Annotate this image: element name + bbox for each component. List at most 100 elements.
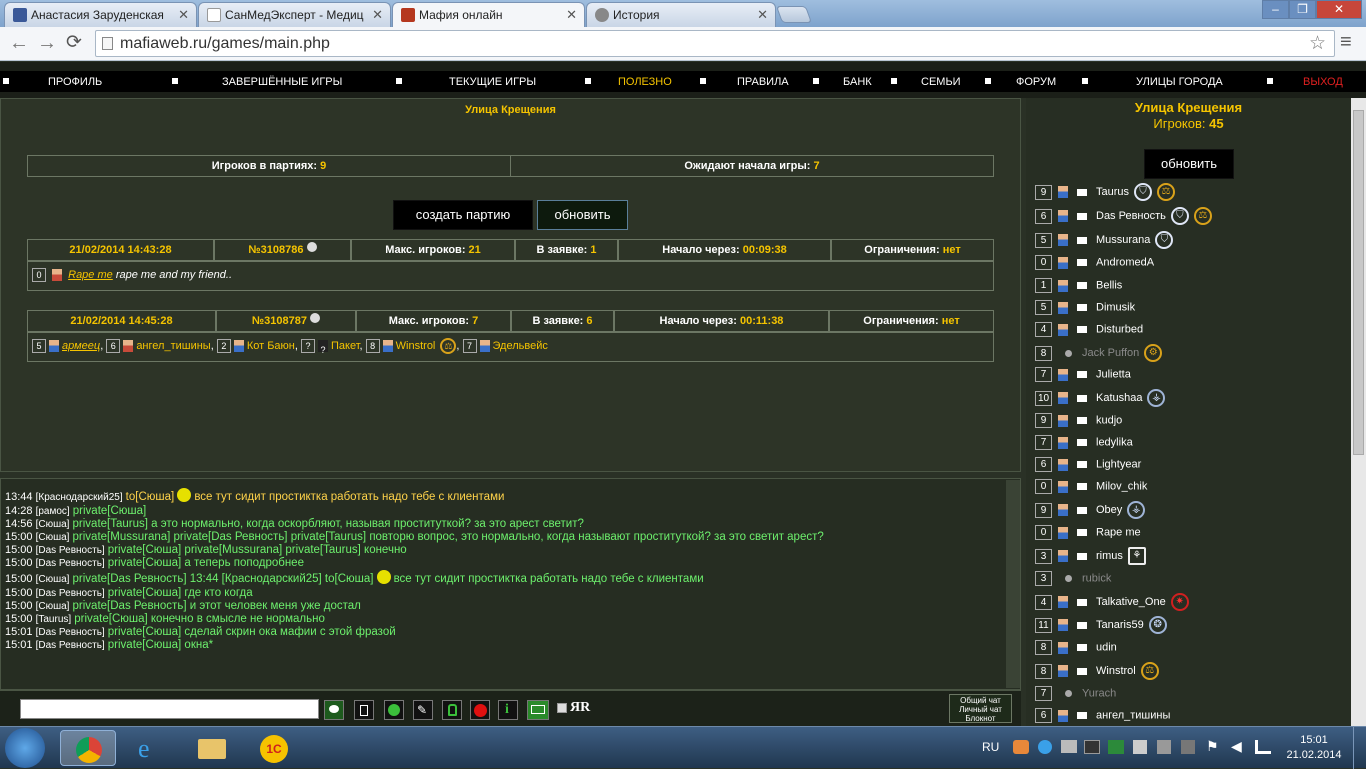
- lock-button[interactable]: [442, 700, 462, 720]
- smiley-button[interactable]: [384, 700, 404, 720]
- player-name[interactable]: Tanaris59: [1096, 619, 1144, 631]
- chat-sender[interactable]: [Das Ревность]: [36, 588, 105, 599]
- chat-sender[interactable]: [Сюша]: [36, 601, 70, 612]
- player-name[interactable]: rimus: [1096, 550, 1123, 562]
- message-envelope-icon[interactable]: [1077, 212, 1087, 220]
- message-envelope-icon[interactable]: [1077, 552, 1087, 560]
- message-envelope-icon[interactable]: [1077, 371, 1087, 378]
- clock[interactable]: 15:01 21.02.2014: [1283, 733, 1345, 763]
- close-window-button[interactable]: ✕: [1316, 0, 1362, 19]
- chat-mode-switcher[interactable]: Общий чат Личный чат Блокнот: [949, 694, 1012, 723]
- close-tab-icon[interactable]: ✕: [372, 7, 383, 23]
- chat-sender[interactable]: [Сюша]: [36, 532, 70, 543]
- language-indicator[interactable]: RU: [982, 740, 999, 754]
- message-envelope-icon[interactable]: [1077, 439, 1087, 446]
- tray-app-icon[interactable]: [1013, 740, 1029, 754]
- scrollbar-thumb[interactable]: [1353, 110, 1364, 455]
- player-name[interactable]: Disturbed: [1096, 323, 1143, 335]
- player-name-link[interactable]: Пакет: [331, 340, 360, 352]
- player-name[interactable]: kudjo: [1096, 414, 1122, 426]
- player-name[interactable]: Talkative_One: [1096, 596, 1166, 608]
- message-envelope-icon[interactable]: [1077, 712, 1087, 719]
- player-name[interactable]: Katushaa: [1096, 392, 1142, 404]
- tray-device-icon[interactable]: [1181, 740, 1195, 754]
- player-name[interactable]: Dimusik: [1096, 301, 1135, 313]
- message-envelope-icon[interactable]: [1077, 506, 1087, 514]
- browser-tab[interactable]: История ✕: [586, 2, 776, 27]
- chat-sender[interactable]: [Das Ревность]: [36, 558, 105, 569]
- tray-teamviewer-icon[interactable]: [1038, 740, 1052, 754]
- tray-monitor-icon[interactable]: [1061, 740, 1077, 753]
- menu-item-families[interactable]: СЕМЬИ: [921, 76, 961, 88]
- send-message-button[interactable]: [324, 700, 344, 720]
- chat-sender[interactable]: [Taurus]: [36, 614, 72, 625]
- close-tab-icon[interactable]: ✕: [178, 7, 189, 23]
- create-game-button[interactable]: создать партию: [393, 200, 533, 230]
- reload-icon[interactable]: ⟳: [66, 30, 82, 56]
- menu-item-rules[interactable]: ПРАВИЛА: [737, 76, 789, 88]
- player-row[interactable]: 0 Milov_chik: [1035, 479, 1147, 499]
- player-name-link[interactable]: армеец: [62, 340, 100, 352]
- 1c-taskbar-icon[interactable]: 1С: [246, 730, 302, 766]
- message-envelope-icon[interactable]: [1077, 394, 1087, 402]
- ie-taskbar-icon[interactable]: e: [122, 730, 178, 766]
- message-envelope-icon[interactable]: [1077, 236, 1087, 244]
- new-tab-button[interactable]: [775, 6, 813, 23]
- chat-sender[interactable]: [Сюша]: [36, 519, 70, 530]
- player-name[interactable]: Das Ревность: [1096, 210, 1166, 222]
- message-envelope-icon[interactable]: [1077, 529, 1087, 536]
- general-chat-link[interactable]: Общий чат: [950, 696, 1011, 705]
- address-bar[interactable]: mafiaweb.ru/games/main.php ☆: [95, 30, 1335, 57]
- player-name[interactable]: Jack Puffon: [1082, 347, 1139, 359]
- player-row[interactable]: 1 Bellis: [1035, 278, 1122, 298]
- player-name[interactable]: Winstrol: [1096, 665, 1136, 677]
- player-name[interactable]: udin: [1096, 641, 1117, 653]
- chat-sender[interactable]: [Das Ревность]: [36, 627, 105, 638]
- chat-sender[interactable]: [рамос]: [36, 506, 70, 517]
- message-envelope-icon[interactable]: [1077, 304, 1087, 311]
- menu-item-forum[interactable]: ФОРУМ: [1016, 76, 1056, 88]
- forward-arrow-icon[interactable]: →: [37, 30, 57, 56]
- browser-tab[interactable]: СанМедЭксперт - Медиц ✕: [198, 2, 391, 27]
- player-name[interactable]: AndromedA: [1096, 256, 1154, 268]
- message-envelope-icon[interactable]: [1077, 259, 1087, 266]
- notepad-link[interactable]: Блокнот: [950, 714, 1011, 723]
- network-signal-icon[interactable]: [1255, 740, 1271, 754]
- tray-usb-icon[interactable]: [1133, 740, 1147, 754]
- player-row[interactable]: 6 ангел_тишины: [1035, 708, 1170, 728]
- menu-icon[interactable]: ≡: [1340, 29, 1352, 55]
- menu-item-profile[interactable]: ПРОФИЛЬ: [48, 76, 102, 88]
- player-row[interactable]: 7 ledylika: [1035, 435, 1133, 455]
- player-name-link[interactable]: Winstrol: [396, 340, 436, 352]
- player-row[interactable]: 6 Das Ревность ⛉ ⚖: [1035, 207, 1212, 227]
- player-row[interactable]: 5 Mussurana ⛉: [1035, 231, 1174, 251]
- menu-item-finished-games[interactable]: ЗАВЕРШЁННЫЕ ИГРЫ: [222, 76, 342, 88]
- player-name[interactable]: rubick: [1082, 572, 1111, 584]
- tray-tool-icon[interactable]: [1084, 740, 1100, 754]
- message-envelope-icon[interactable]: [1077, 461, 1087, 468]
- player-row[interactable]: 3 rimus ⚘: [1035, 547, 1146, 567]
- player-name[interactable]: Yurach: [1082, 687, 1116, 699]
- player-name[interactable]: Mussurana: [1096, 234, 1150, 246]
- player-name-link[interactable]: ангел_тишины: [136, 340, 210, 352]
- player-row[interactable]: 8 Winstrol ⚖: [1035, 662, 1159, 682]
- player-name[interactable]: ledylika: [1096, 436, 1133, 448]
- browser-tab[interactable]: Анастасия Заруденская ✕: [4, 2, 197, 27]
- start-button[interactable]: [5, 728, 45, 768]
- volume-icon[interactable]: ◀: [1231, 738, 1242, 755]
- player-row[interactable]: 5 Dimusik: [1035, 300, 1135, 320]
- chat-sender[interactable]: [Das Ревность]: [36, 545, 105, 556]
- screen-button[interactable]: [527, 700, 549, 720]
- message-envelope-icon[interactable]: [1077, 282, 1087, 289]
- minimize-button[interactable]: –: [1262, 0, 1289, 19]
- player-name-link[interactable]: Rape me: [68, 269, 113, 281]
- right-scrollbar[interactable]: [1351, 98, 1366, 726]
- explorer-taskbar-icon[interactable]: [184, 730, 240, 766]
- message-envelope-icon[interactable]: [1077, 188, 1087, 196]
- tray-network-icon[interactable]: [1108, 740, 1124, 754]
- player-name[interactable]: Milov_chik: [1096, 480, 1147, 492]
- player-row[interactable]: 3 rubick: [1035, 571, 1111, 591]
- player-row[interactable]: 7 Julietta: [1035, 367, 1131, 387]
- message-envelope-icon[interactable]: [1077, 417, 1087, 424]
- jr-checkbox[interactable]: [557, 703, 567, 713]
